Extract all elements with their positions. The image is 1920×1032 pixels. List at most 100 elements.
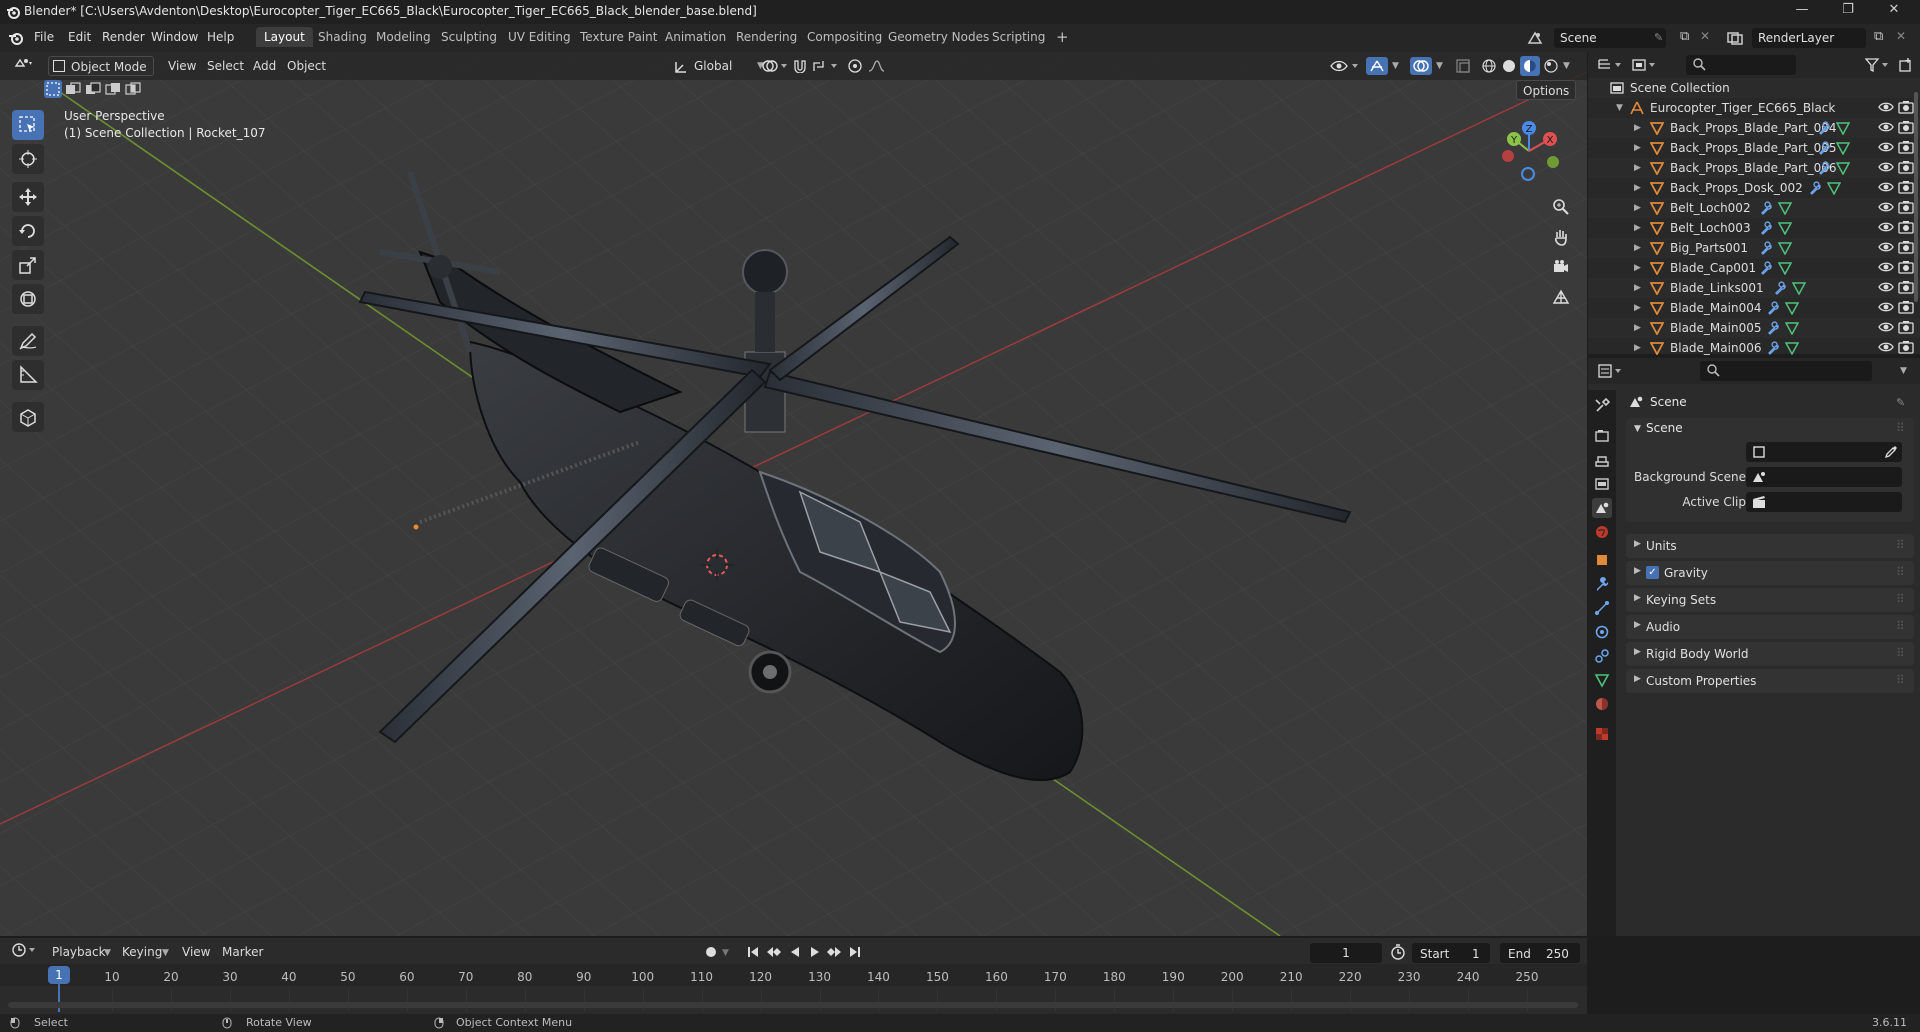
visibility-eye-icon[interactable] <box>1878 220 1894 240</box>
visibility-eye-icon[interactable] <box>1878 200 1894 220</box>
visibility-selectability-icon[interactable] <box>1330 59 1360 76</box>
maximize-button[interactable]: ❐ <box>1828 2 1868 22</box>
jump-keyframe-back-icon[interactable] <box>766 945 782 962</box>
tab-texture-paint[interactable]: Texture Paint <box>572 27 665 47</box>
menu-playback[interactable]: Playback <box>46 942 112 962</box>
jump-end-icon[interactable] <box>848 945 862 962</box>
pin-icon[interactable]: ✎ <box>1654 31 1663 44</box>
select-intersect-icon[interactable] <box>124 80 142 98</box>
active-clip-field[interactable] <box>1746 492 1902 512</box>
outliner-item[interactable]: ▶ Back_Props_Dosk_002 <box>1588 178 1920 198</box>
tab-geometry-nodes[interactable]: Geometry Nodes <box>880 27 997 47</box>
render-camera-icon[interactable] <box>1898 120 1914 140</box>
view-layer-icon[interactable] <box>1726 29 1744 47</box>
stopwatch-icon[interactable] <box>1390 944 1406 963</box>
tab-animation[interactable]: Animation <box>657 27 734 47</box>
grid-ortho-icon[interactable] <box>1548 284 1574 310</box>
menu-timeline-view[interactable]: View <box>176 942 216 962</box>
pivot-point-icon[interactable] <box>760 59 788 76</box>
delete-scene-icon[interactable]: ✕ <box>1700 29 1710 43</box>
tab-scripting[interactable]: Scripting <box>984 27 1053 47</box>
tab-modeling[interactable]: Modeling <box>368 27 439 47</box>
tab-data-icon[interactable] <box>1592 670 1612 690</box>
visibility-eye-icon[interactable] <box>1878 120 1894 140</box>
gizmo-chevron-icon[interactable]: ▼ <box>1392 61 1399 71</box>
menu-edit[interactable]: Edit <box>68 30 91 44</box>
expand-chevron-icon[interactable]: ▶ <box>1634 118 1641 138</box>
properties-options-chevron-icon[interactable]: ▼ <box>1900 366 1907 376</box>
menu-window[interactable]: Window <box>151 30 198 44</box>
overlay-toggle-icon[interactable] <box>1410 57 1432 75</box>
pin-context-icon[interactable]: ✎ <box>1896 396 1905 409</box>
render-camera-icon[interactable] <box>1898 240 1914 260</box>
tab-render-icon[interactable] <box>1592 426 1612 446</box>
new-layer-icon[interactable]: ⧉ <box>1874 29 1883 44</box>
background-scene-field[interactable] <box>1746 467 1902 487</box>
expand-chevron-icon[interactable]: ▶ <box>1634 158 1641 178</box>
outliner-item[interactable]: ▶ Belt_Loch002 <box>1588 198 1920 218</box>
menu-add[interactable]: Add <box>247 56 282 76</box>
navigation-gizmo[interactable]: Y Z X <box>1494 116 1564 186</box>
outliner-item[interactable]: ▶ Back_Props_Blade_Part_004 <box>1588 118 1920 138</box>
camera-field[interactable] <box>1746 442 1902 462</box>
menu-view[interactable]: View <box>162 56 202 76</box>
tab-object-icon[interactable] <box>1592 550 1612 570</box>
render-camera-icon[interactable] <box>1898 220 1914 240</box>
visibility-eye-icon[interactable] <box>1878 100 1894 120</box>
outliner-item[interactable]: ▶ Big_Parts001 <box>1588 238 1920 258</box>
panel-chevron-icon[interactable]: ▶ <box>1634 620 1641 630</box>
tab-shading[interactable]: Shading <box>310 27 375 47</box>
select-box-tool[interactable] <box>12 110 44 140</box>
tab-particles-icon[interactable] <box>1592 598 1612 618</box>
drag-handle-icon[interactable]: ⠿ <box>1896 565 1905 579</box>
current-frame-field[interactable]: 1 <box>1310 943 1382 963</box>
menu-render[interactable]: Render <box>102 30 145 44</box>
visibility-eye-icon[interactable] <box>1878 240 1894 260</box>
add-workspace-button[interactable]: + <box>1048 27 1077 47</box>
overlay-chevron-icon[interactable]: ▼ <box>1436 61 1443 71</box>
falloff-icon[interactable] <box>868 59 892 76</box>
expand-chevron-icon[interactable]: ▶ <box>1634 298 1641 318</box>
menu-keying[interactable]: Keying <box>116 942 168 962</box>
auto-key-chevron-icon[interactable]: ▼ <box>722 948 729 958</box>
annotate-tool[interactable] <box>12 326 44 356</box>
property-panel[interactable]: ▶ Audio ⠿ <box>1626 615 1914 639</box>
visibility-eye-icon[interactable] <box>1878 340 1894 360</box>
render-camera-icon[interactable] <box>1898 320 1914 340</box>
visibility-eye-icon[interactable] <box>1878 260 1894 280</box>
scene-name-field[interactable]: Scene <box>1554 28 1666 48</box>
tab-scene-icon[interactable] <box>1592 498 1612 518</box>
outliner-item[interactable]: ▶ Back_Props_Blade_Part_005 <box>1588 138 1920 158</box>
proportional-edit-icon[interactable] <box>848 59 862 76</box>
menu-file[interactable]: File <box>34 30 54 44</box>
blender-menu-icon[interactable] <box>8 30 24 46</box>
timeline-editor-icon[interactable] <box>12 942 38 961</box>
expand-chevron-icon[interactable]: ▶ <box>1634 278 1641 298</box>
rotate-tool[interactable] <box>12 216 44 246</box>
jump-start-icon[interactable] <box>746 945 760 962</box>
minimize-button[interactable]: — <box>1782 2 1822 22</box>
scene-collection-row[interactable]: Scene Collection <box>1588 78 1920 98</box>
drag-handle-icon[interactable]: ⠿ <box>1896 538 1905 552</box>
collection-row[interactable]: ▼ Eurocopter_Tiger_EC665_Black <box>1588 98 1920 118</box>
panel-chevron-icon[interactable]: ▶ <box>1634 539 1641 549</box>
outliner-item[interactable]: ▶ Blade_Cap001 <box>1588 258 1920 278</box>
scene-section-title[interactable]: Scene <box>1646 421 1683 435</box>
solid-shading-icon[interactable] <box>1502 59 1516 76</box>
eyedropper-icon[interactable] <box>1884 445 1898 462</box>
menu-marker[interactable]: Marker <box>216 942 269 962</box>
property-panel[interactable]: ▶ Keying Sets ⠿ <box>1626 588 1914 612</box>
play-reverse-icon[interactable] <box>788 945 802 962</box>
new-collection-icon[interactable] <box>1898 57 1914 76</box>
new-scene-icon[interactable]: ⧉ <box>1680 29 1689 44</box>
tab-constraints-icon[interactable] <box>1592 646 1612 666</box>
render-camera-icon[interactable] <box>1898 300 1914 320</box>
properties-search-input[interactable] <box>1700 361 1872 381</box>
select-new-icon[interactable] <box>44 80 62 98</box>
3d-viewport[interactable]: User Perspective (1) Scene Collection | … <box>0 52 1587 936</box>
filter-icon[interactable] <box>1864 58 1891 75</box>
render-camera-icon[interactable] <box>1898 180 1914 200</box>
tab-texture-icon[interactable] <box>1592 724 1612 744</box>
visibility-eye-icon[interactable] <box>1878 320 1894 340</box>
editor-type-icon[interactable] <box>8 56 40 76</box>
